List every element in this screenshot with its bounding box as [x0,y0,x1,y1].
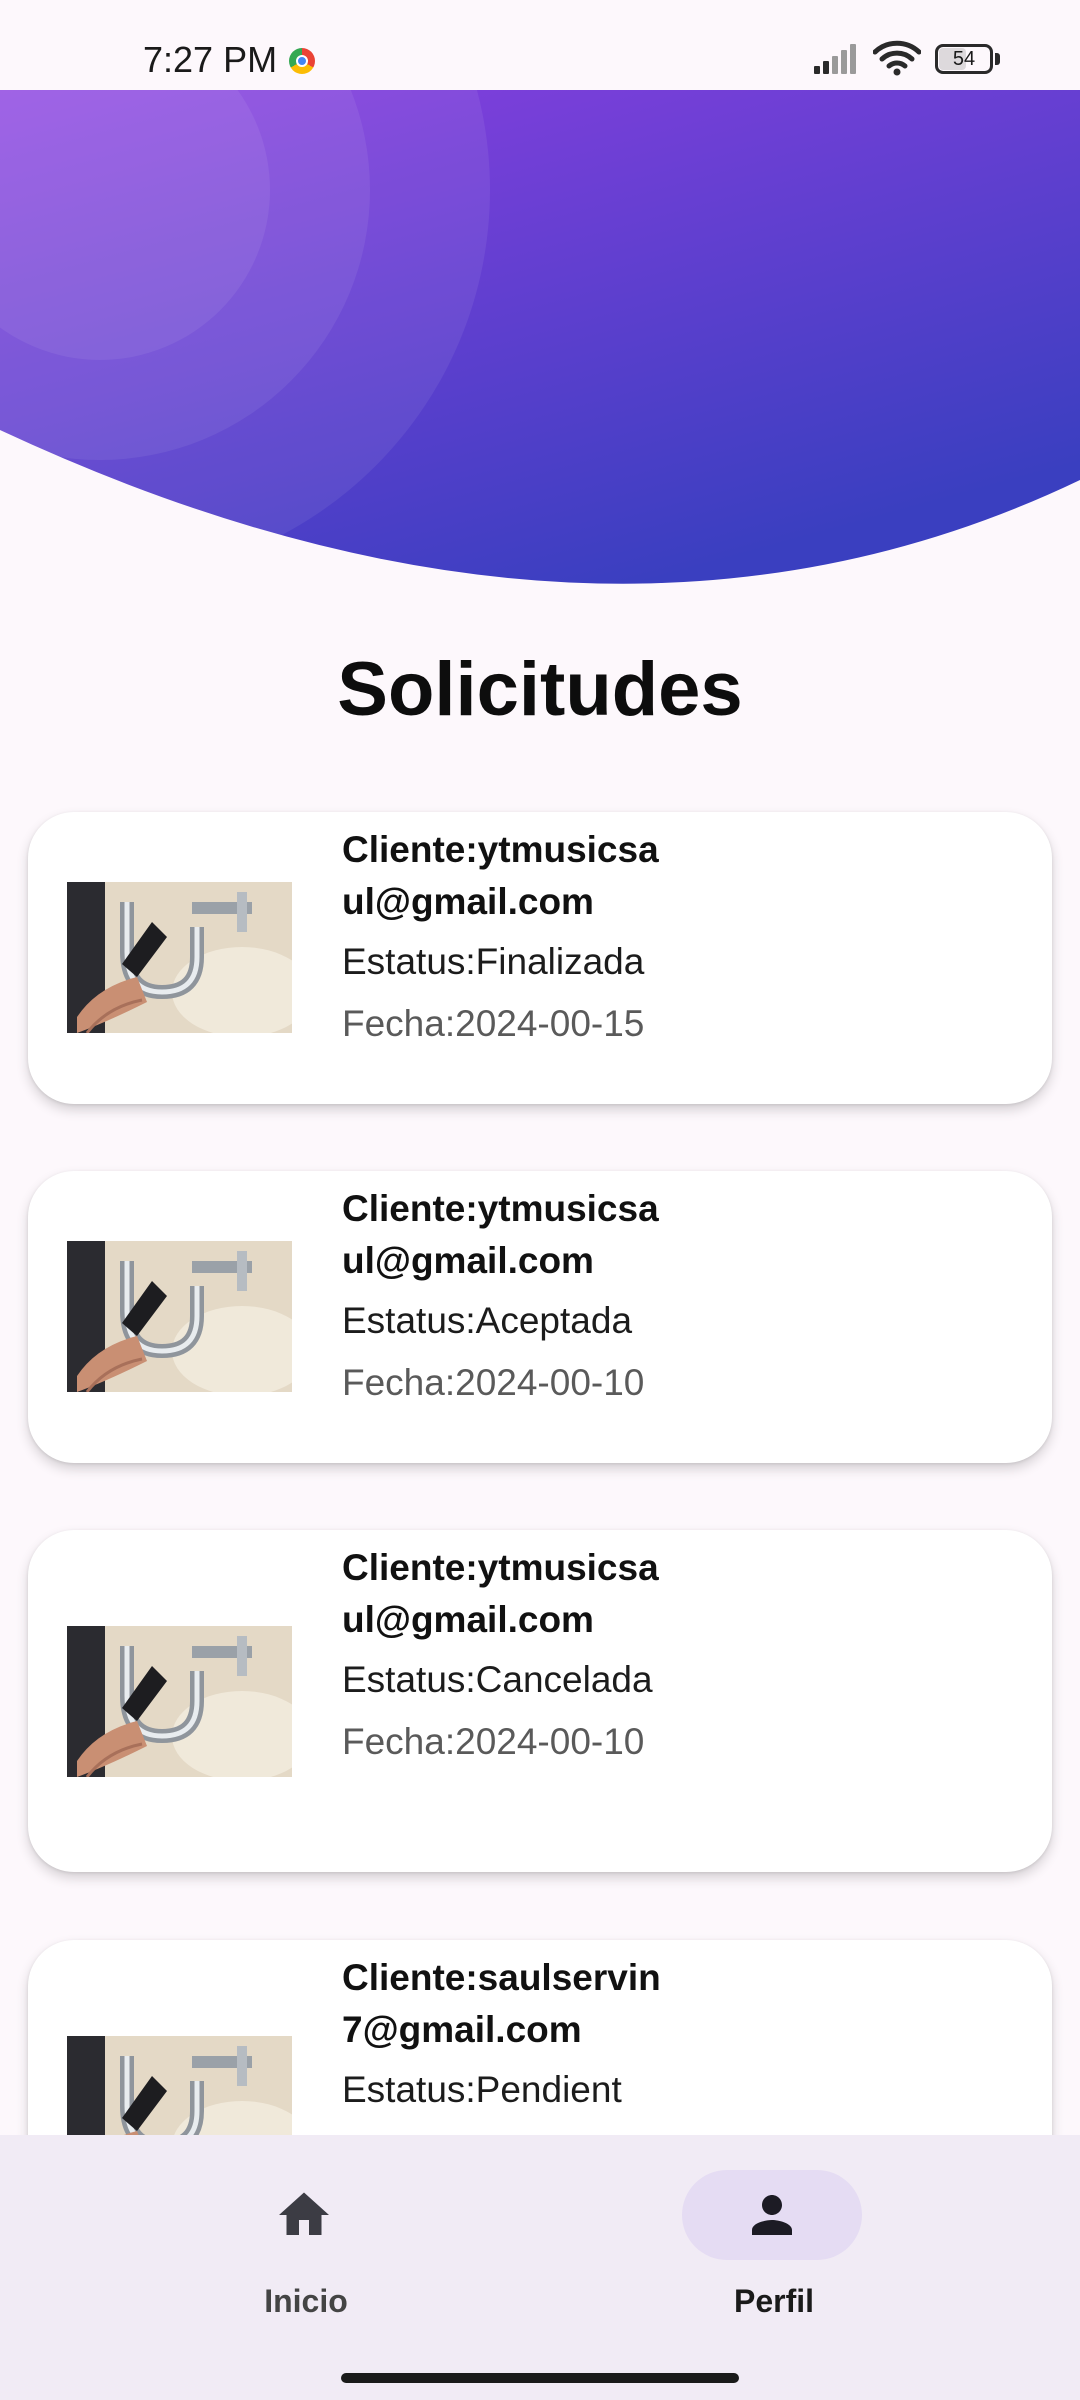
request-date: Fecha:2024-00-10 [342,1721,645,1762]
client-email: Cliente:ytmusicsaul@gmail.com [342,829,659,922]
gesture-handle[interactable] [341,2373,739,2383]
request-date: Fecha:2024-00-15 [342,1003,645,1044]
home-icon [279,2192,329,2235]
nav-item-perfil[interactable]: Perfil [504,2135,1044,2365]
request-date: Fecha:2024-00-10 [342,1362,645,1403]
bottom-navigation: Inicio Perfil [0,2135,1080,2400]
battery-icon: 54 [935,44,1001,74]
wifi-icon [873,40,921,76]
requests-list[interactable]: Cliente:ytmusicsaul@gmail.com Estatus:Fi… [0,780,1080,2135]
plumbing-photo [67,2036,292,2135]
status-time: 7:27 PM [143,39,278,80]
person-icon [752,2195,792,2235]
request-status: Estatus:Cancelada [342,1659,653,1700]
nav-label: Inicio [264,2283,348,2319]
chrome-icon [289,48,315,74]
nav-label: Perfil [733,2283,815,2319]
request-status: Estatus:Finalizada [342,941,645,982]
request-status: Estatus:Aceptada [342,1300,633,1341]
nav-item-inicio[interactable]: Inicio [36,2135,576,2365]
request-card[interactable]: Cliente:ytmusicsaul@gmail.com Estatus:Ac… [28,1171,1052,1463]
status-bar: 7:27 PM 54 [0,0,1080,90]
battery-level: 54 [952,48,976,70]
request-card[interactable]: Cliente:ytmusicsaul@gmail.com Estatus:Fi… [28,812,1052,1104]
request-card[interactable]: Cliente:ytmusicsaul@gmail.com Estatus:Ca… [28,1530,1052,1872]
plumbing-photo [67,882,292,1033]
page-title: Solicitudes [337,647,743,732]
plumbing-photo [67,1626,292,1777]
client-email: Cliente:ytmusicsaul@gmail.com [342,1188,659,1281]
signal-icon [814,44,856,74]
request-status: Estatus:Pendient [342,2069,622,2110]
request-card[interactable]: Cliente:saulservin7@gmail.com Estatus:Pe… [28,1940,1052,2135]
header-banner [0,90,1080,584]
plumbing-photo [67,1241,292,1392]
client-email: Cliente:saulservin7@gmail.com [342,1957,661,2050]
client-email: Cliente:ytmusicsaul@gmail.com [342,1547,659,1640]
